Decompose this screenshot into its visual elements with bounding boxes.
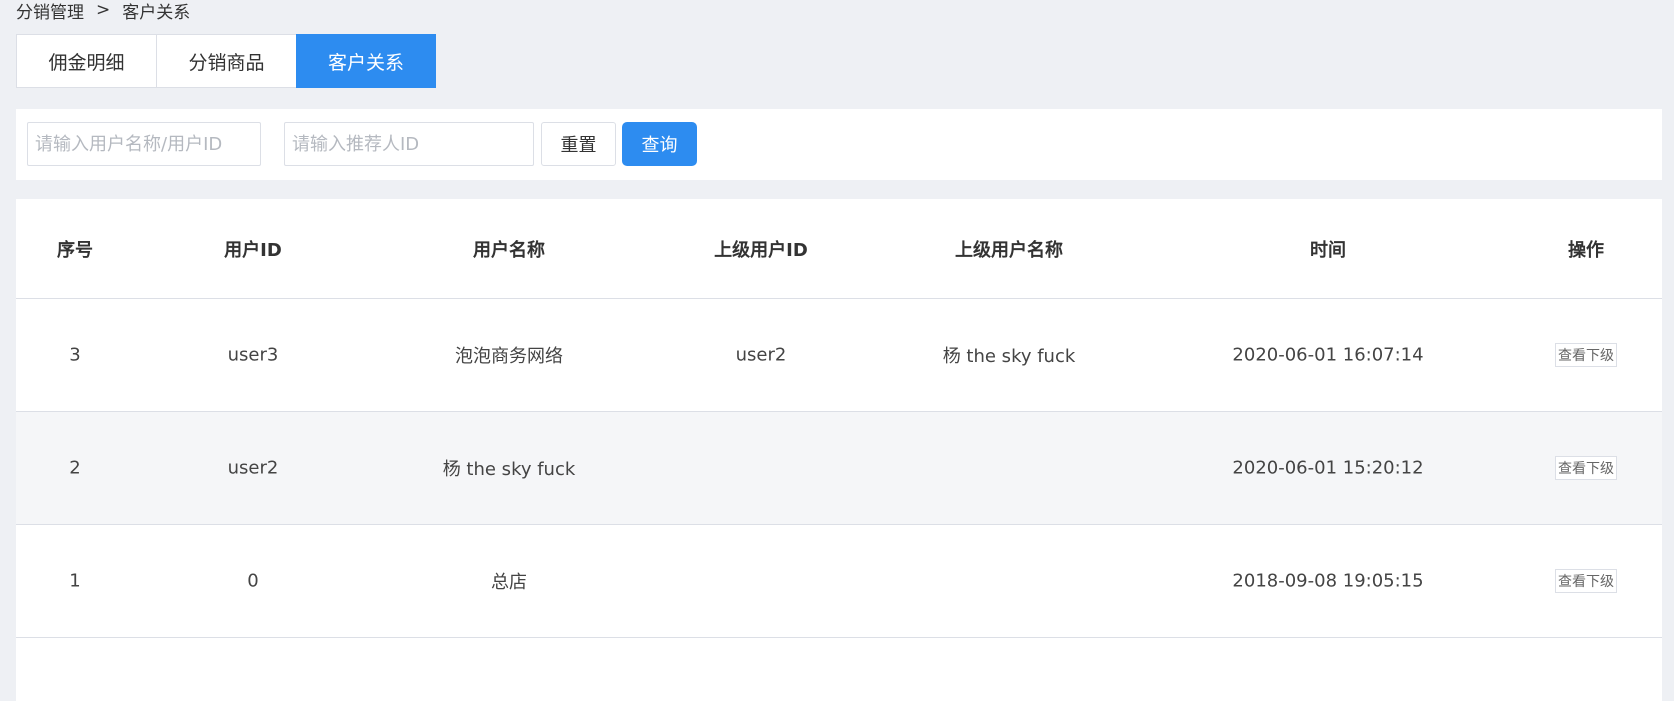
column-header-parent-name: 上级用户名称 [955,240,1063,261]
view-subordinates-button[interactable]: 查看下级 [1555,569,1617,593]
row-parent-name: 杨 the sky fuck [942,346,1076,367]
row-index: 3 [69,344,81,366]
row-time: 2018-09-08 19:05:15 [1232,570,1424,592]
breadcrumb-parent[interactable]: 分销管理 [16,0,84,23]
row-parent-id: user2 [735,344,787,366]
row-user-id: user3 [227,344,279,366]
breadcrumb-current: 客户关系 [122,2,191,23]
row-time: 2020-06-01 15:20:12 [1232,457,1424,479]
view-subordinates-button[interactable]: 查看下级 [1555,456,1617,480]
column-header-index: 序号 [57,240,93,261]
column-header-parent-id: 上级用户ID [714,240,808,261]
search-panel: 重置 查询 [16,109,1662,180]
table-header: 序号 用户ID 用户名称 上级用户ID 上级用户名称 时间 操作 [16,199,1662,299]
column-header-time: 时间 [1310,240,1346,261]
row-time: 2020-06-01 16:07:14 [1232,344,1424,366]
column-header-user-name: 用户名称 [473,240,545,261]
row-index: 1 [69,570,81,592]
tab-customer-relations[interactable]: 客户关系 [296,34,436,88]
table-row: 3 user3 泡泡商务网络 user2 杨 the sky fuck 2020… [16,299,1662,412]
view-subordinates-button[interactable]: 查看下级 [1555,343,1617,367]
row-user-id: user2 [227,457,279,479]
reset-button[interactable]: 重置 [541,122,616,166]
row-user-name: 泡泡商务网络 [455,346,563,367]
row-user-name: 杨 the sky fuck [442,459,576,480]
breadcrumb: 分销管理 > 客户关系 [16,0,191,23]
user-search-input[interactable] [27,122,261,166]
tab-distribution-products[interactable]: 分销商品 [156,34,296,88]
tab-bar: 佣金明细 分销商品 客户关系 [16,34,436,88]
table-row: 1 0 总店 2018-09-08 19:05:15 查看下级 [16,525,1662,638]
row-user-name: 总店 [491,572,527,593]
referrer-id-input[interactable] [284,122,534,166]
customer-relations-table: 序号 用户ID 用户名称 上级用户ID 上级用户名称 时间 操作 3 user3… [16,199,1662,701]
column-header-actions: 操作 [1568,240,1604,261]
column-header-user-id: 用户ID [224,240,282,261]
row-index: 2 [69,457,81,479]
table-row: 2 user2 杨 the sky fuck 2020-06-01 15:20:… [16,412,1662,525]
tab-commission-details[interactable]: 佣金明细 [16,34,156,88]
query-button[interactable]: 查询 [622,122,697,166]
row-user-id: 0 [247,570,259,592]
breadcrumb-separator: > [96,0,111,20]
